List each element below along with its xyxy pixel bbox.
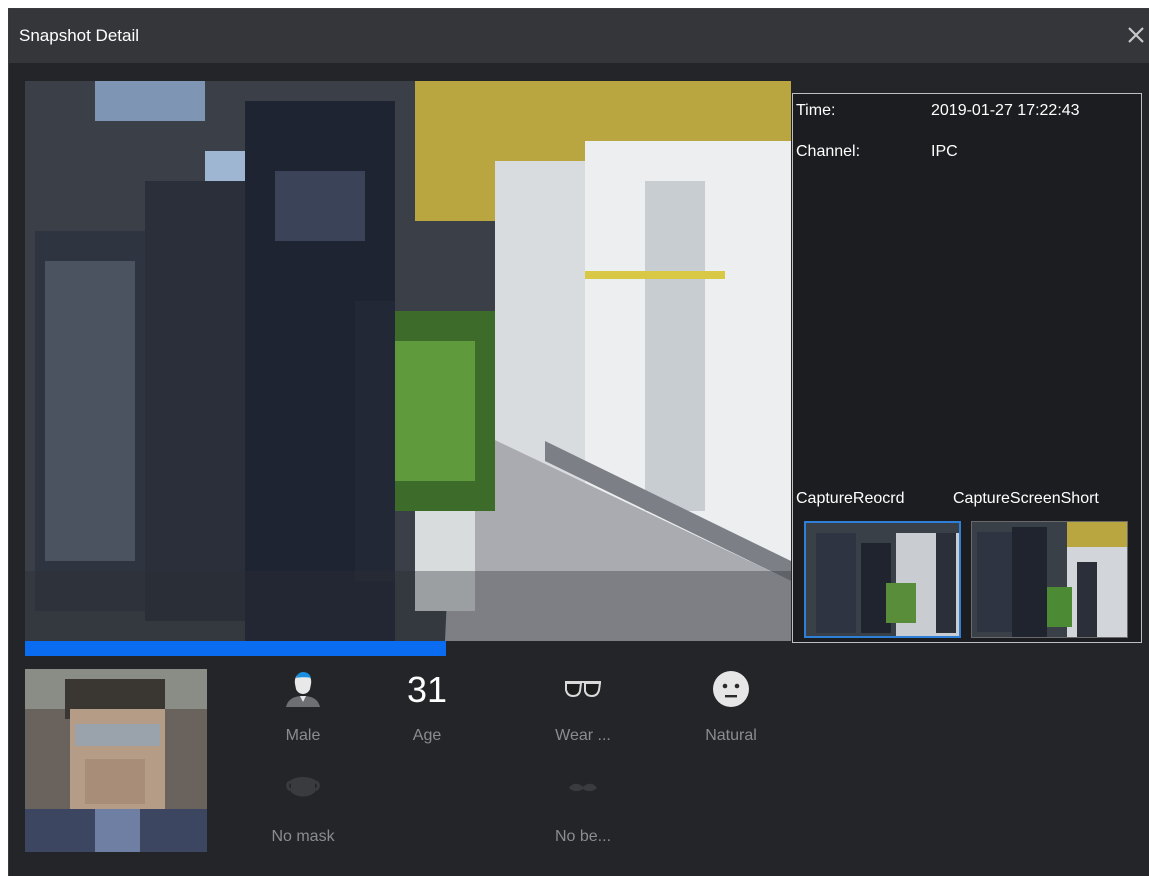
face-snapshot[interactable] <box>25 669 207 852</box>
mustache-icon <box>569 783 597 792</box>
glasses-label: Wear ... <box>555 727 611 744</box>
capture-record-thumbnail[interactable] <box>804 521 961 638</box>
playback-progress-fill <box>25 641 447 656</box>
capture-record-image <box>806 523 959 636</box>
playback-progress-bar[interactable] <box>25 641 791 656</box>
snapshot-image <box>25 81 791 641</box>
mask-label: No mask <box>271 828 335 845</box>
age-label: Age <box>412 727 442 744</box>
capture-screenshot-image <box>972 522 1127 637</box>
title-bar: Snapshot Detail <box>9 9 1149 63</box>
gender-label: Male <box>285 727 321 744</box>
time-value: 2019-01-27 17:22:43 <box>931 102 1080 119</box>
channel-label: Channel: <box>796 143 861 160</box>
snapshot-video[interactable] <box>25 81 791 641</box>
beard-label: No be... <box>554 828 612 845</box>
time-label: Time: <box>796 102 836 119</box>
close-icon[interactable] <box>1124 23 1148 47</box>
snapshot-info-panel: Time: 2019-01-27 17:22:43 Channel: IPC C… <box>792 93 1142 643</box>
glasses-icon <box>565 681 602 698</box>
neutral-face-icon <box>713 671 749 707</box>
snapshot-detail-dialog: Snapshot Detail Time: 2019-01-27 17:22:4… <box>8 8 1149 876</box>
face-image <box>25 669 207 852</box>
capture-screenshot-thumbnail[interactable] <box>971 521 1128 638</box>
mask-icon <box>286 777 320 797</box>
dialog-title: Snapshot Detail <box>19 26 140 45</box>
capture-screenshot-label: CaptureScreenShort <box>953 490 1099 507</box>
channel-value: IPC <box>931 143 958 160</box>
age-value: 31 <box>406 669 448 710</box>
male-icon <box>286 672 320 707</box>
capture-record-label: CaptureReocrd <box>796 490 905 507</box>
expression-label: Natural <box>705 727 757 744</box>
